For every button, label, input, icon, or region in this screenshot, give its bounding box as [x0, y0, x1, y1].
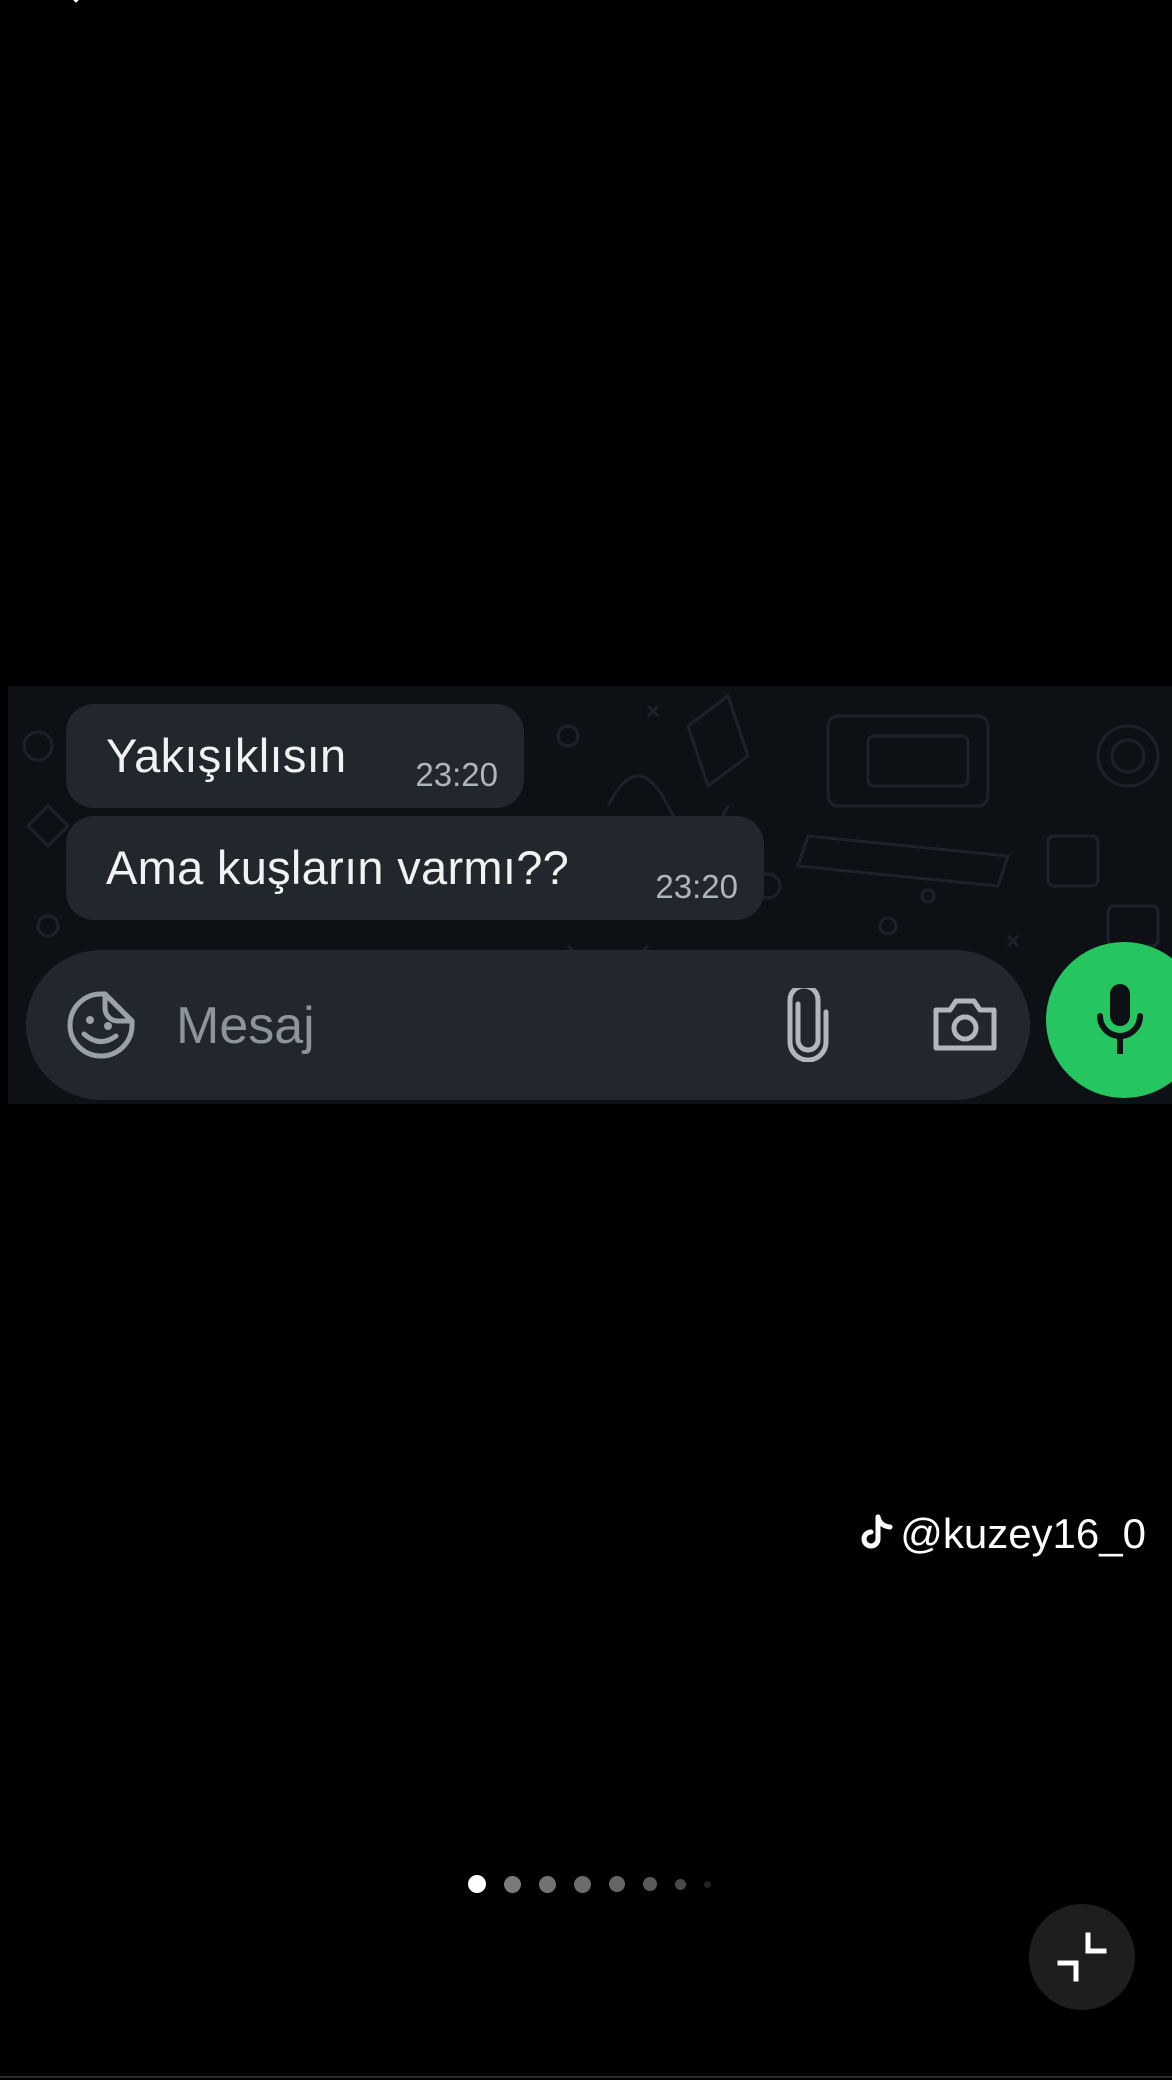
message-text: Ama kuşların varmı?? [106, 841, 570, 894]
pager-dot[interactable] [574, 1875, 591, 1893]
pager-dot[interactable] [609, 1876, 625, 1892]
watermark-handle: @kuzey16_0 [900, 1510, 1146, 1557]
microphone-icon [1097, 984, 1143, 1054]
pager-dot-active[interactable] [468, 1875, 486, 1893]
message-input-placeholder[interactable]: Mesaj [176, 996, 315, 1056]
message-text: Yakışıklısın [106, 729, 347, 782]
chat-screenshot: Yakışıklısın 23:20 Ama kuşların varmı?? … [8, 686, 1172, 1104]
sticker-emoji-icon[interactable] [66, 990, 136, 1060]
pager-dot[interactable] [675, 1878, 686, 1890]
message-input-bar[interactable]: Mesaj [26, 950, 1030, 1100]
bottom-divider [0, 2076, 1172, 2078]
carousel-page-indicator [468, 1874, 711, 1894]
message-bubble[interactable]: Yakışıklısın 23:20 [66, 704, 524, 808]
tiktok-icon [861, 1514, 893, 1549]
pager-dot[interactable] [643, 1877, 657, 1891]
exit-fullscreen-button[interactable] [1029, 1904, 1135, 2010]
camera-icon[interactable] [930, 994, 1000, 1054]
message-timestamp: 23:20 [655, 868, 738, 905]
message-bubble[interactable]: Ama kuşların varmı?? 23:20 [66, 816, 764, 920]
tiktok-watermark: @kuzey16_0 [860, 1510, 1146, 1558]
pager-dot[interactable] [539, 1875, 556, 1893]
exit-fullscreen-icon [1057, 1932, 1107, 1982]
pager-dot[interactable] [704, 1880, 711, 1888]
message-timestamp: 23:20 [415, 756, 498, 793]
chevron-down-icon[interactable] [62, 0, 90, 6]
pager-dot[interactable] [504, 1875, 521, 1893]
paperclip-icon[interactable] [784, 988, 832, 1062]
